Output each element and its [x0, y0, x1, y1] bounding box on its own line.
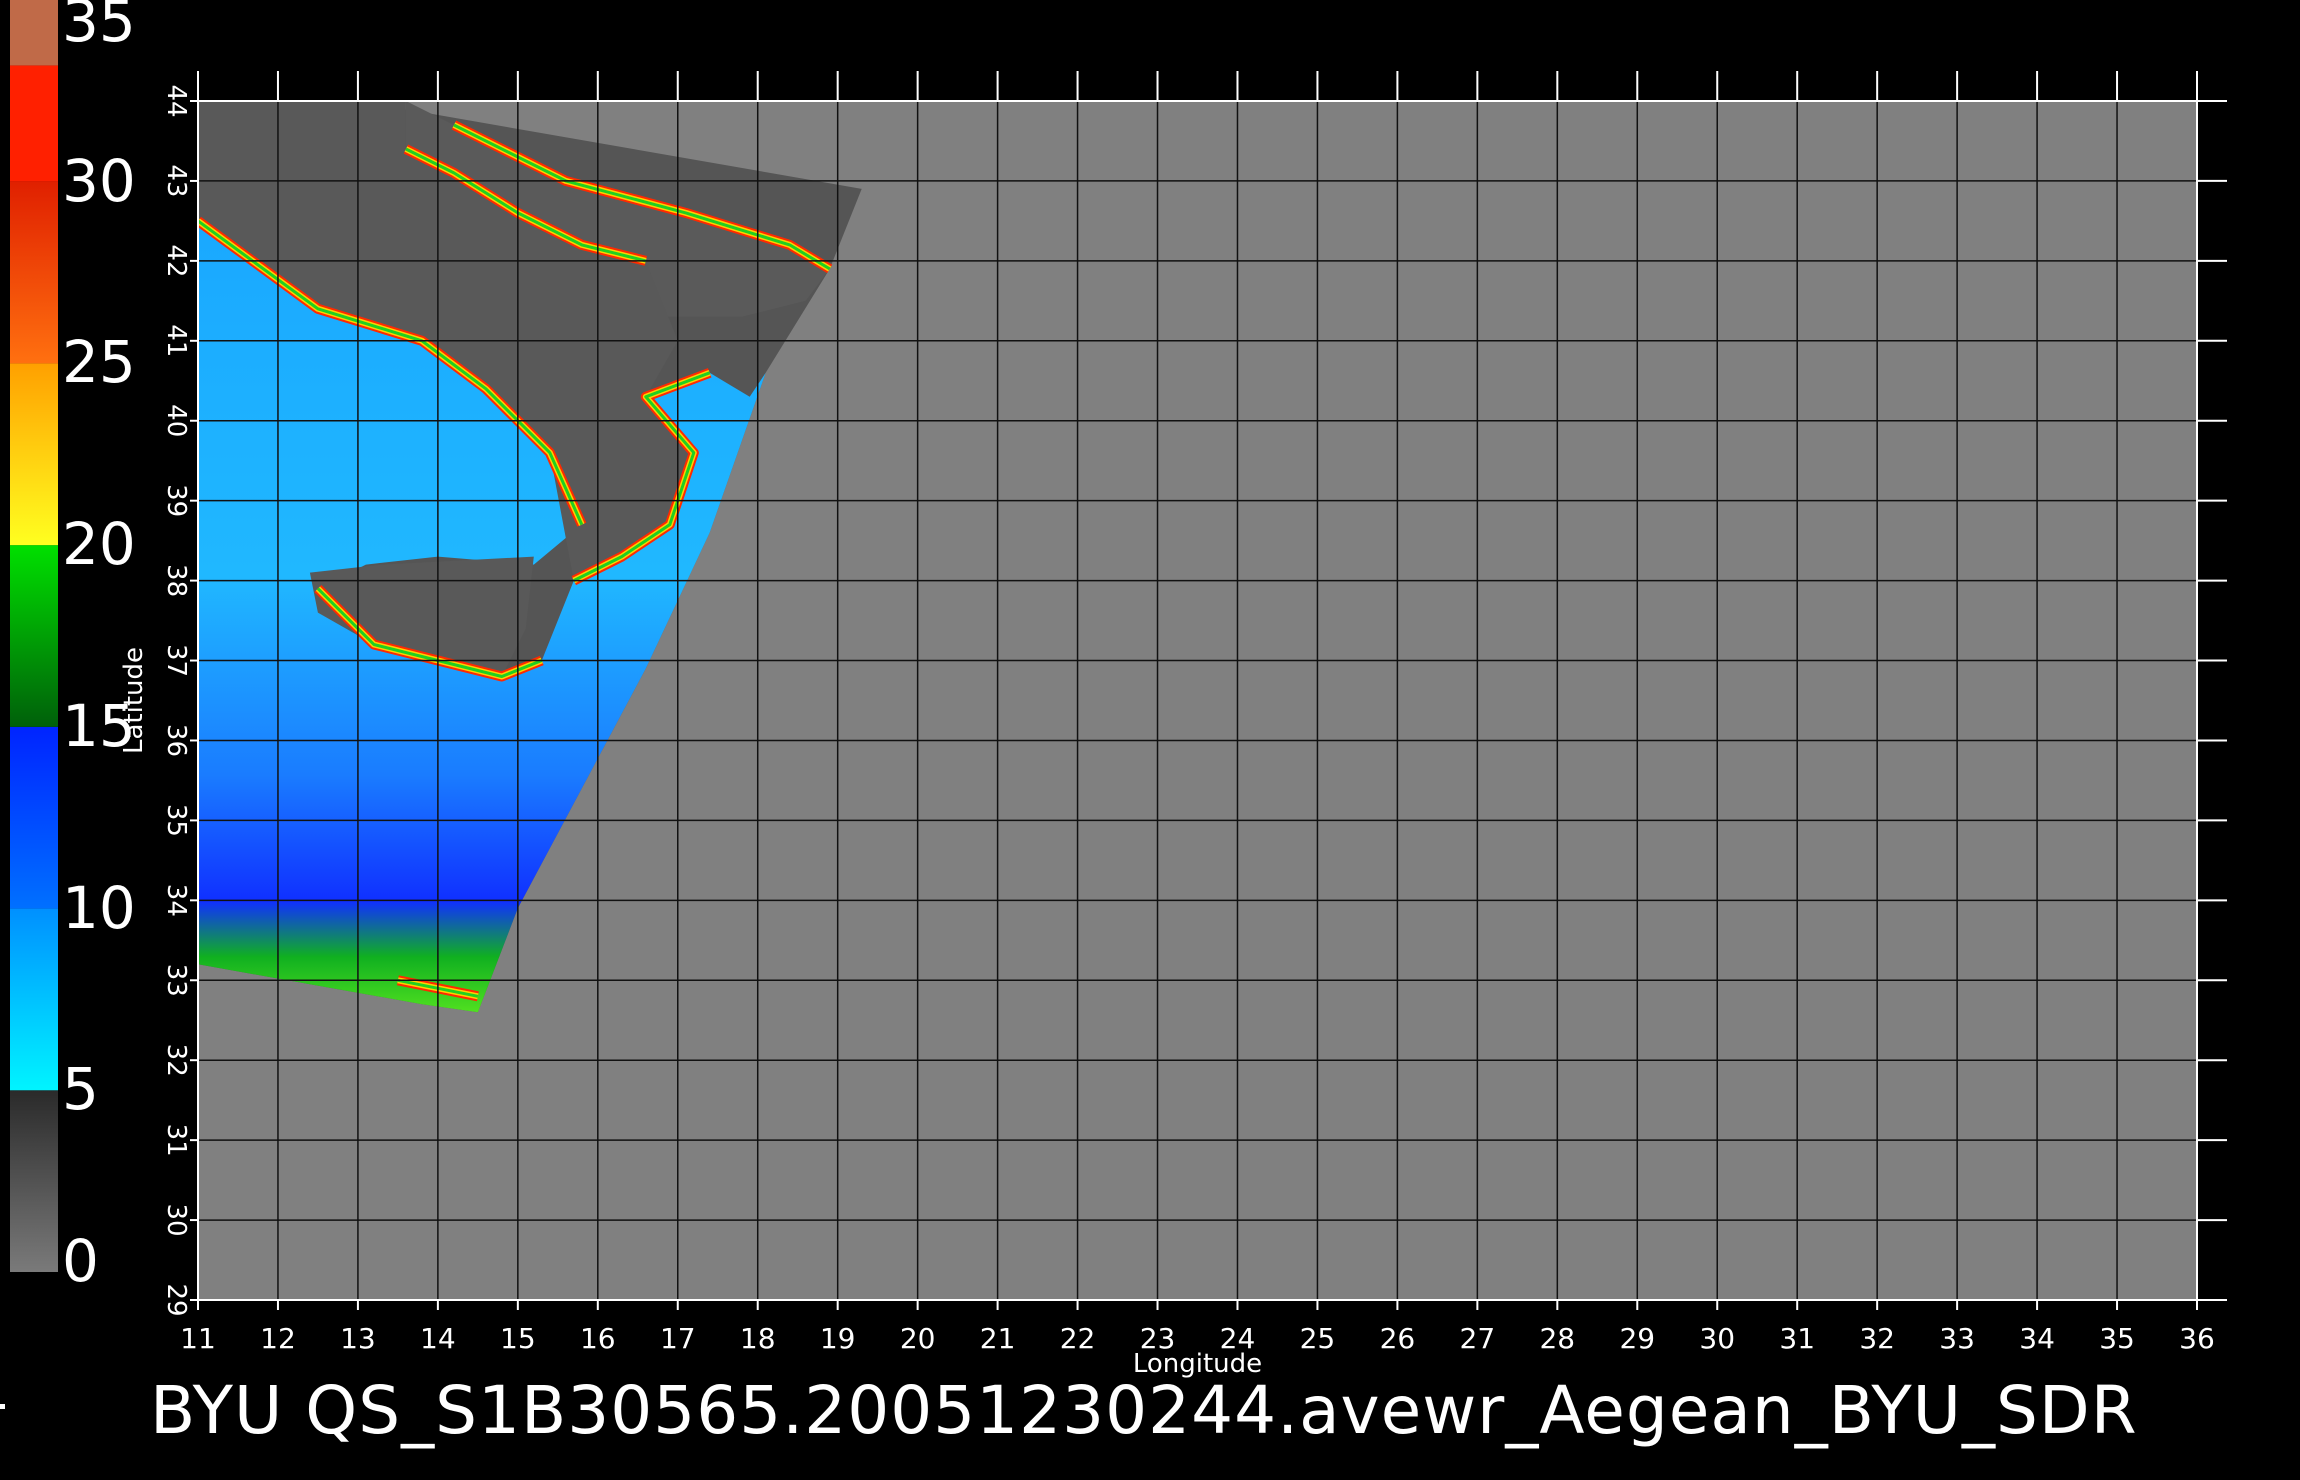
lon-tick-label: 32	[1859, 1322, 1895, 1355]
coastline-rim	[404, 146, 647, 264]
lon-tick-label: 21	[980, 1322, 1016, 1355]
coastline-rim	[451, 120, 833, 274]
lon-tick-label: 26	[1380, 1322, 1416, 1355]
colorbar-label: 30	[62, 146, 136, 215]
colorbar-label: 10	[62, 873, 136, 942]
lat-tick-label: 34	[161, 884, 191, 917]
lon-tick-label: 35	[2099, 1322, 2135, 1355]
coastline-rim	[198, 216, 587, 527]
lat-tick-label: 43	[161, 164, 191, 197]
lon-tick-label: 18	[740, 1322, 776, 1355]
lon-tick-label: 28	[1539, 1322, 1575, 1355]
lon-tick-label: 25	[1300, 1322, 1336, 1355]
lon-tick-label: 20	[900, 1322, 936, 1355]
colorbar-label: 0	[62, 1227, 99, 1295]
lat-tick-label: 30	[161, 1204, 191, 1237]
lon-tick-label: 29	[1619, 1322, 1655, 1355]
lat-tick-label: 31	[161, 1124, 191, 1157]
lat-tick-label: 29	[161, 1283, 191, 1316]
lon-tick-label: 17	[660, 1322, 696, 1355]
lat-tick-label: 33	[161, 964, 191, 997]
lon-tick-label: 30	[1699, 1322, 1735, 1355]
lat-tick-label: 32	[161, 1044, 191, 1077]
lon-tick-label: 11	[180, 1322, 216, 1355]
coastline-rim	[198, 219, 584, 526]
lat-tick-label: 38	[161, 564, 191, 597]
colorbar	[10, 0, 58, 1272]
lon-tick-label: 33	[1939, 1322, 1975, 1355]
lon-tick-label: 31	[1779, 1322, 1815, 1355]
coastline-rim	[315, 586, 543, 680]
lat-tick-label: 42	[161, 244, 191, 277]
lat-tick-label: 41	[161, 324, 191, 357]
colorbar-label: 15	[62, 691, 136, 760]
colorbar-label: 35	[62, 0, 136, 55]
colorbar-band	[10, 363, 58, 546]
swath-layer	[198, 101, 862, 1013]
lon-tick-label: 16	[580, 1322, 616, 1355]
lon-tick-label: 27	[1460, 1322, 1496, 1355]
sicily-landmass	[309, 556, 534, 677]
lon-tick-label: 34	[2019, 1322, 2055, 1355]
lat-tick-label: 40	[161, 404, 191, 437]
lat-tick-label: 44	[161, 84, 191, 117]
lon-tick-label: 36	[2179, 1322, 2215, 1355]
colorbar-band	[10, 908, 58, 1091]
coastline-rim	[314, 585, 544, 682]
adriatic-region	[405, 101, 830, 317]
lon-tick-label: 22	[1060, 1322, 1096, 1355]
lon-tick-label: 12	[260, 1322, 296, 1355]
colorbar-band	[10, 0, 58, 66]
lat-lon-grid	[197, 100, 2198, 1301]
colorbar-band	[10, 65, 58, 182]
colorbar-label: 20	[62, 510, 136, 579]
colorbar-label: 5	[62, 1055, 99, 1124]
colorbar-label: 25	[62, 328, 136, 397]
lon-tick-label: 23	[1140, 1322, 1176, 1355]
swath-footprint	[198, 101, 862, 1013]
lat-tick-label: 39	[161, 484, 191, 517]
coastline-rim	[397, 977, 479, 1000]
lon-tick-label: 15	[500, 1322, 536, 1355]
wind-speed-map: 11 12 13 14 15 16 17 18 19 20 21 22 23 24 25 26 27 28 29 30…	[119, 71, 2227, 1379]
edge-marker	[0, 1404, 5, 1409]
coastline-rim	[198, 218, 585, 526]
coastline-rim	[571, 368, 712, 586]
lat-tick-label: 37	[161, 644, 191, 677]
coastline-rim	[572, 369, 711, 584]
file-caption: BYU QS_S1B30565.20051230244.avewr_Aegean…	[150, 1372, 2138, 1449]
colorbar-band	[10, 726, 58, 909]
plot-background	[198, 101, 2197, 1300]
italy-landmass	[198, 101, 694, 581]
colorbar-band	[10, 545, 58, 727]
coastline-rim	[453, 123, 831, 271]
lat-tick-label: 36	[161, 724, 191, 757]
colorbar-band	[10, 1090, 58, 1272]
map-figure: 35 30 25 20 15 10 5 0 11 12 13 14 15 16 17 18 19 20 21 22 2…	[0, 0, 2300, 1480]
lon-tick-label: 24	[1220, 1322, 1256, 1355]
axis-ticks	[190, 71, 2227, 1310]
coastline-rim	[403, 144, 648, 266]
coastline-rim	[573, 371, 711, 582]
coastline-rim	[397, 978, 479, 998]
coastline-rim	[405, 147, 647, 263]
coastline-rim	[396, 975, 479, 1002]
lon-tick-label: 19	[820, 1322, 856, 1355]
lat-tick-label: 35	[161, 804, 191, 837]
sea-wind-field	[198, 220, 766, 1013]
lon-tick-label: 14	[420, 1322, 456, 1355]
colorbar-band	[10, 181, 58, 364]
coastline-rim	[452, 122, 832, 272]
lon-tick-label: 13	[340, 1322, 376, 1355]
coastline-rim	[316, 587, 543, 678]
